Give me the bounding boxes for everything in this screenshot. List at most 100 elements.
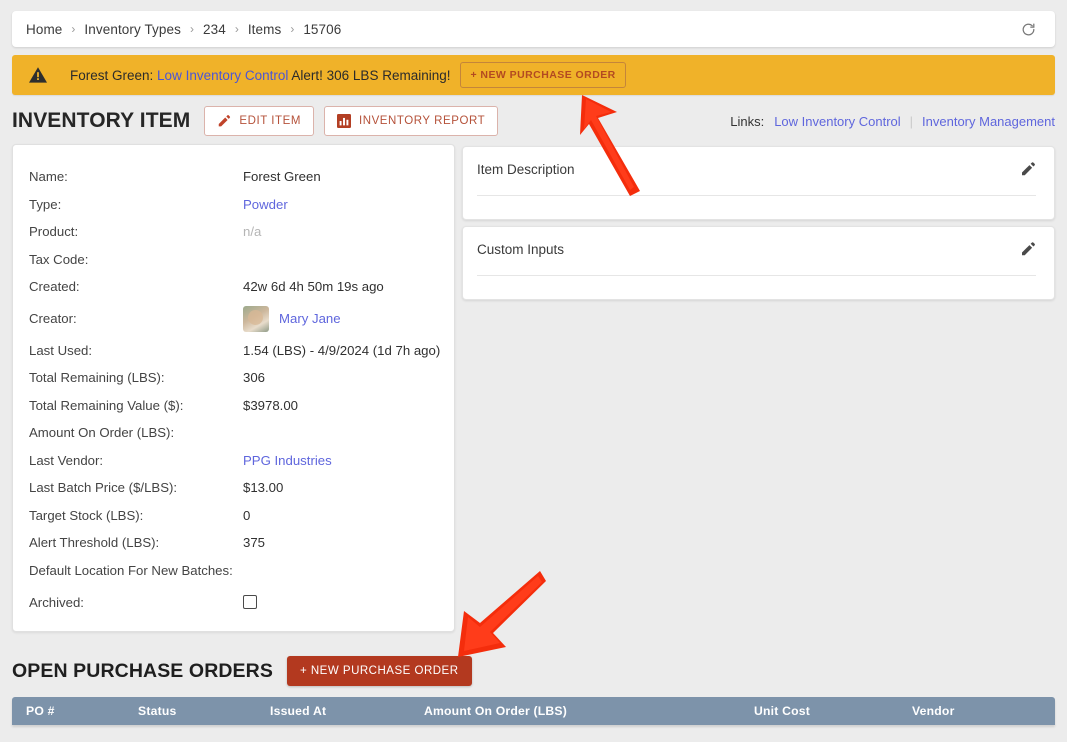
detail-row-product: Product: n/a <box>13 218 454 246</box>
detail-label-last-batch-price: Last Batch Price ($/LBS): <box>29 480 178 496</box>
breadcrumb-item-items[interactable]: Items <box>248 22 282 37</box>
low-inventory-alert-banner: Forest Green: Low Inventory Control Aler… <box>12 55 1055 95</box>
detail-row-last-used: Last Used: 1.54 (LBS) - 4/9/2024 (1d 7h … <box>13 337 454 365</box>
item-description-divider <box>477 195 1036 196</box>
column-header-unit-cost[interactable]: Unit Cost <box>740 704 898 718</box>
breadcrumb-item-15706[interactable]: 15706 <box>303 22 341 37</box>
column-header-status[interactable]: Status <box>124 704 256 718</box>
custom-inputs-divider <box>477 275 1036 276</box>
breadcrumb-separator-icon: › <box>290 22 295 36</box>
custom-inputs-title: Custom Inputs <box>477 241 565 257</box>
inventory-report-label: INVENTORY REPORT <box>358 115 486 127</box>
detail-label-tax-code: Tax Code: <box>29 251 89 267</box>
item-details-card: Name: Forest Green Type: Powder Product:… <box>12 144 455 632</box>
header-links: Links: Low Inventory Control | Inventory… <box>730 114 1055 129</box>
detail-value-type[interactable]: Powder <box>243 197 288 212</box>
detail-label-alert-threshold: Alert Threshold (LBS): <box>29 535 160 551</box>
breadcrumb: Home › Inventory Types › 234 › Items › 1… <box>26 22 1015 37</box>
link-divider: | <box>909 113 914 129</box>
detail-row-last-batch-price: Last Batch Price ($/LBS): $13.00 <box>13 474 454 502</box>
custom-inputs-header: Custom Inputs <box>477 241 1036 257</box>
detail-label-archived: Archived: <box>29 594 84 610</box>
detail-label-name: Name: <box>29 169 68 185</box>
breadcrumb-separator-icon: › <box>234 22 239 36</box>
detail-label-target-stock: Target Stock (LBS): <box>29 507 144 523</box>
detail-value-alert-threshold: 375 <box>243 535 266 551</box>
detail-row-amount-on-order: Amount On Order (LBS): <box>13 419 454 447</box>
detail-row-total-remaining: Total Remaining (LBS): 306 <box>13 364 454 392</box>
column-header-issued-at[interactable]: Issued At <box>256 704 410 718</box>
bar-chart-icon <box>336 114 351 128</box>
edit-item-label: EDIT ITEM <box>239 115 301 127</box>
breadcrumb-bar: Home › Inventory Types › 234 › Items › 1… <box>12 11 1055 47</box>
breadcrumb-separator-icon: › <box>189 22 194 36</box>
archived-checkbox[interactable] <box>243 595 257 609</box>
detail-value-last-batch-price: $13.00 <box>243 480 284 496</box>
purchase-orders-table-header: PO # Status Issued At Amount On Order (L… <box>12 697 1055 725</box>
pencil-icon[interactable] <box>1020 241 1036 257</box>
page-title: INVENTORY ITEM <box>12 109 191 132</box>
alert-new-purchase-order-button[interactable]: + NEW PURCHASE ORDER <box>460 62 626 88</box>
detail-value-target-stock: 0 <box>243 507 251 523</box>
detail-value-created: 42w 6d 4h 50m 19s ago <box>243 279 384 295</box>
breadcrumb-item-234[interactable]: 234 <box>203 22 226 37</box>
refresh-icon[interactable] <box>1015 16 1041 42</box>
detail-label-total-remaining-value: Total Remaining Value ($): <box>29 397 184 413</box>
detail-row-creator: Creator: Mary Jane <box>13 301 454 337</box>
column-header-po-number[interactable]: PO # <box>12 704 124 718</box>
detail-value-last-used: 1.54 (LBS) - 4/9/2024 (1d 7h ago) <box>243 342 441 358</box>
detail-label-creator: Creator: <box>29 311 77 326</box>
detail-label-created: Created: <box>29 279 80 295</box>
inventory-report-button[interactable]: INVENTORY REPORT <box>323 106 499 136</box>
detail-label-last-used: Last Used: <box>29 342 93 358</box>
detail-row-name: Name: Forest Green <box>13 163 454 191</box>
alert-suffix: Alert! 306 LBS Remaining! <box>291 67 451 83</box>
detail-row-default-location: Default Location For New Batches: <box>13 557 454 585</box>
detail-row-total-remaining-value: Total Remaining Value ($): $3978.00 <box>13 392 454 420</box>
open-purchase-orders-header: OPEN PURCHASE ORDERS + NEW PURCHASE ORDE… <box>12 656 472 686</box>
detail-row-last-vendor: Last Vendor: PPG Industries <box>13 447 454 475</box>
detail-row-tax-code: Tax Code: <box>13 246 454 274</box>
pencil-icon <box>217 114 231 128</box>
alert-message: Forest Green: Low Inventory Control Aler… <box>70 68 450 83</box>
warning-triangle-icon <box>28 66 48 84</box>
edit-item-button[interactable]: EDIT ITEM <box>204 106 314 136</box>
detail-value-name: Forest Green <box>243 169 321 185</box>
detail-value-product: n/a <box>243 224 262 240</box>
detail-row-archived: Archived: <box>13 584 454 620</box>
column-header-vendor[interactable]: Vendor <box>898 704 1048 718</box>
item-description-header: Item Description <box>477 161 1036 177</box>
detail-label-total-remaining: Total Remaining (LBS): <box>29 370 165 386</box>
custom-inputs-panel: Custom Inputs <box>462 226 1055 300</box>
alert-link-low-inventory-control[interactable]: Low Inventory Control <box>157 68 288 83</box>
detail-row-created: Created: 42w 6d 4h 50m 19s ago <box>13 273 454 301</box>
breadcrumb-separator-icon: › <box>71 22 76 36</box>
item-description-panel: Item Description <box>462 146 1055 220</box>
inventory-item-page: Home › Inventory Types › 234 › Items › 1… <box>0 0 1067 742</box>
alert-prefix: Forest Green: <box>70 67 154 83</box>
detail-label-type: Type: <box>29 196 62 212</box>
detail-label-default-location: Default Location For New Batches: <box>29 562 233 578</box>
page-header: INVENTORY ITEM EDIT ITEM INVENTORY REPOR… <box>12 104 1055 138</box>
link-low-inventory-control[interactable]: Low Inventory Control <box>774 114 900 129</box>
detail-value-total-remaining: 306 <box>243 370 266 386</box>
breadcrumb-item-inventory-types[interactable]: Inventory Types <box>84 22 181 37</box>
avatar <box>243 305 269 332</box>
item-description-title: Item Description <box>477 161 575 177</box>
detail-label-product: Product: <box>29 224 79 240</box>
link-inventory-management[interactable]: Inventory Management <box>922 114 1055 129</box>
detail-label-last-vendor: Last Vendor: <box>29 452 104 468</box>
new-purchase-order-button[interactable]: + NEW PURCHASE ORDER <box>286 656 472 686</box>
detail-row-target-stock: Target Stock (LBS): 0 <box>13 502 454 530</box>
open-purchase-orders-title: OPEN PURCHASE ORDERS <box>12 659 273 682</box>
detail-value-last-vendor[interactable]: PPG Industries <box>243 453 332 468</box>
detail-label-amount-on-order: Amount On Order (LBS): <box>29 425 175 441</box>
breadcrumb-item-home[interactable]: Home <box>26 22 62 37</box>
links-label: Links: <box>730 113 765 129</box>
pencil-icon[interactable] <box>1020 161 1036 177</box>
detail-row-alert-threshold: Alert Threshold (LBS): 375 <box>13 529 454 557</box>
column-header-amount-on-order[interactable]: Amount On Order (LBS) <box>410 704 740 718</box>
detail-value-creator[interactable]: Mary Jane <box>279 311 341 326</box>
detail-value-total-remaining-value: $3978.00 <box>243 397 299 413</box>
detail-row-type: Type: Powder <box>13 191 454 219</box>
